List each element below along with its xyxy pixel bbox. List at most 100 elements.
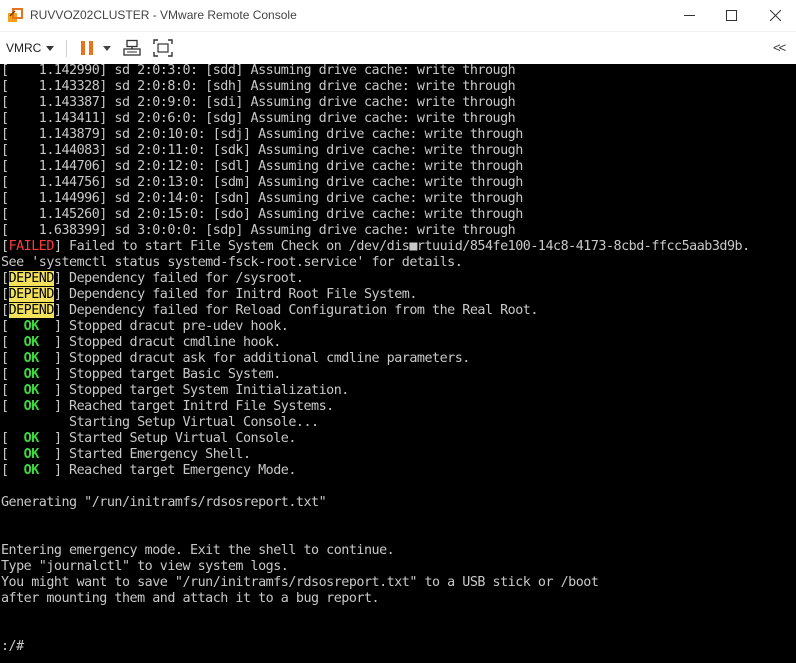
console-line: [ 1.143328] sd 2:0:8:0: [sdh] Assuming d… xyxy=(1,79,750,95)
console-line-text: Stopped target System Initialization. xyxy=(61,383,349,398)
toolbar: VMRC << xyxy=(0,31,796,64)
console-line-text: [ 1.143328] sd 2:0:8:0: [sdh] Assuming d… xyxy=(1,79,516,94)
status-bracket: [ xyxy=(1,271,9,286)
console-line-text: Dependency failed for /sysroot. xyxy=(61,271,304,286)
console-line-text: Type "journalctl" to view system logs. xyxy=(1,559,289,574)
status-bracket: [ xyxy=(1,335,9,350)
console-line: [ OK ] Reached target Initrd File System… xyxy=(1,399,750,415)
console-line-text: Entering emergency mode. Exit the shell … xyxy=(1,543,395,558)
console-line: [ 1.145260] sd 2:0:15:0: [sdo] Assuming … xyxy=(1,207,750,223)
console-line-text: Stopped dracut ask for additional cmdlin… xyxy=(61,351,470,366)
console-line: [ 1.143387] sd 2:0:9:0: [sdi] Assuming d… xyxy=(1,95,750,111)
status-bracket: ] xyxy=(53,239,62,254)
status-bracket: [ xyxy=(1,447,9,462)
status-bracket: [ xyxy=(1,431,9,446)
console-line-text: See 'systemctl status systemd-fsck-root.… xyxy=(1,255,463,270)
console-line-text: Started Emergency Shell. xyxy=(61,447,251,462)
console-line-text: after mounting them and attach it to a b… xyxy=(1,591,380,606)
status-bracket: [ xyxy=(1,319,9,334)
send-ctrl-alt-del-icon[interactable] xyxy=(122,39,142,57)
status-tag-depend: DEPEND xyxy=(8,303,54,318)
console-line: [ OK ] Stopped target System Initializat… xyxy=(1,383,750,399)
close-button[interactable] xyxy=(754,0,796,31)
console-line: Entering emergency mode. Exit the shell … xyxy=(1,543,750,559)
minimize-button[interactable] xyxy=(668,0,710,31)
status-tag-ok: OK xyxy=(8,431,54,446)
console-line: [ 1.143411] sd 2:0:6:0: [sdg] Assuming d… xyxy=(1,111,750,127)
console-line-text: Started Setup Virtual Console. xyxy=(61,431,296,446)
console-line-text: [ 1.144756] sd 2:0:13:0: [sdm] Assuming … xyxy=(1,175,523,190)
console-line: [FAILED] Failed to start File System Che… xyxy=(1,239,750,255)
status-bracket: ] xyxy=(53,463,62,478)
window-title: RUVVOZ02CLUSTER - VMware Remote Console xyxy=(30,8,297,22)
console-line: [ OK ] Stopped dracut cmdline hook. xyxy=(1,335,750,351)
chevron-down-icon xyxy=(46,45,55,51)
maximize-button[interactable] xyxy=(710,0,752,31)
fullscreen-icon[interactable] xyxy=(153,39,173,57)
console-line: [ 1.144756] sd 2:0:13:0: [sdm] Assuming … xyxy=(1,175,750,191)
console-line-text: [ 1.144706] sd 2:0:12:0: [sdl] Assuming … xyxy=(1,159,523,174)
vmrc-menu-button[interactable]: VMRC xyxy=(6,38,55,58)
status-bracket: ] xyxy=(53,287,62,302)
status-bracket: [ xyxy=(1,303,9,318)
title-bar[interactable]: RUVVOZ02CLUSTER - VMware Remote Console xyxy=(0,0,796,31)
console-line: [ OK ] Started Emergency Shell. xyxy=(1,447,750,463)
status-tag-ok: OK xyxy=(8,319,54,334)
console-line: [ 1.142990] sd 2:0:3:0: [sdd] Assuming d… xyxy=(1,64,750,79)
console-line-text: [ 1.142990] sd 2:0:3:0: [sdd] Assuming d… xyxy=(1,64,516,78)
pause-icon[interactable] xyxy=(78,39,96,57)
console-line-text: Starting Setup Virtual Console... xyxy=(1,415,319,430)
status-tag-ok: OK xyxy=(8,447,54,462)
console-line: after mounting them and attach it to a b… xyxy=(1,591,750,607)
status-bracket: [ xyxy=(1,351,9,366)
console-line-text: [ 1.143387] sd 2:0:9:0: [sdi] Assuming d… xyxy=(1,95,516,110)
status-bracket: [ xyxy=(1,287,9,302)
console-line: Starting Setup Virtual Console... xyxy=(1,415,750,431)
console-line-text: [ 1.145260] sd 2:0:15:0: [sdo] Assuming … xyxy=(1,207,523,222)
console-line-text: [ 1.143879] sd 2:0:10:0: [sdj] Assuming … xyxy=(1,127,523,142)
console-line-text: Failed to start File System Check on /de… xyxy=(61,239,750,254)
power-options-dropdown-icon[interactable] xyxy=(103,46,111,51)
console-line: You might want to save "/run/initramfs/r… xyxy=(1,575,750,591)
console-line: [ 1.143879] sd 2:0:10:0: [sdj] Assuming … xyxy=(1,127,750,143)
console-line: [ 1.144083] sd 2:0:11:0: [sdk] Assuming … xyxy=(1,143,750,159)
status-bracket: ] xyxy=(53,399,62,414)
console-line-text: Reached target Initrd File Systems. xyxy=(61,399,334,414)
toolbar-divider xyxy=(66,40,67,57)
status-bracket: [ xyxy=(1,399,9,414)
console-line-text: [ 1.144083] sd 2:0:11:0: [sdk] Assuming … xyxy=(1,143,523,158)
console-line-text: :/# xyxy=(1,639,24,654)
console-line: :/# xyxy=(1,639,750,655)
status-bracket: [ xyxy=(1,367,9,382)
console-line: [ 1.144706] sd 2:0:12:0: [sdl] Assuming … xyxy=(1,159,750,175)
collapse-toolbar-button[interactable]: << xyxy=(773,40,786,55)
status-bracket: [ xyxy=(1,383,9,398)
console-screen[interactable]: [ 1.142990] sd 2:0:3:0: [sdd] Assuming d… xyxy=(0,64,796,663)
status-bracket: ] xyxy=(53,271,62,286)
status-tag-depend: DEPEND xyxy=(8,271,54,286)
status-tag-ok: OK xyxy=(8,383,54,398)
console-line: [ OK ] Reached target Emergency Mode. xyxy=(1,463,750,479)
status-bracket: ] xyxy=(53,319,62,334)
console-output: [ 1.142990] sd 2:0:3:0: [sdd] Assuming d… xyxy=(1,64,750,655)
status-bracket: ] xyxy=(53,351,62,366)
status-bracket: ] xyxy=(53,383,62,398)
console-line-text: [ 1.144996] sd 2:0:14:0: [sdn] Assuming … xyxy=(1,191,523,206)
console-line: [ OK ] Stopped dracut ask for additional… xyxy=(1,351,750,367)
vmware-remote-console-icon xyxy=(8,8,23,22)
console-line-text: Stopped dracut cmdline hook. xyxy=(61,335,281,350)
minimize-icon xyxy=(683,15,695,16)
status-bracket: ] xyxy=(53,303,62,318)
status-bracket: ] xyxy=(53,335,62,350)
console-line-text: Dependency failed for Reload Configurati… xyxy=(61,303,538,318)
console-line-text: [ 1.143411] sd 2:0:6:0: [sdg] Assuming d… xyxy=(1,111,516,126)
status-bracket: [ xyxy=(1,239,9,254)
console-line: [ 1.638399] sd 3:0:0:0: [sdp] Assuming d… xyxy=(1,223,750,239)
status-bracket: ] xyxy=(53,367,62,382)
maximize-icon xyxy=(725,10,737,21)
console-line: [ 1.144996] sd 2:0:14:0: [sdn] Assuming … xyxy=(1,191,750,207)
